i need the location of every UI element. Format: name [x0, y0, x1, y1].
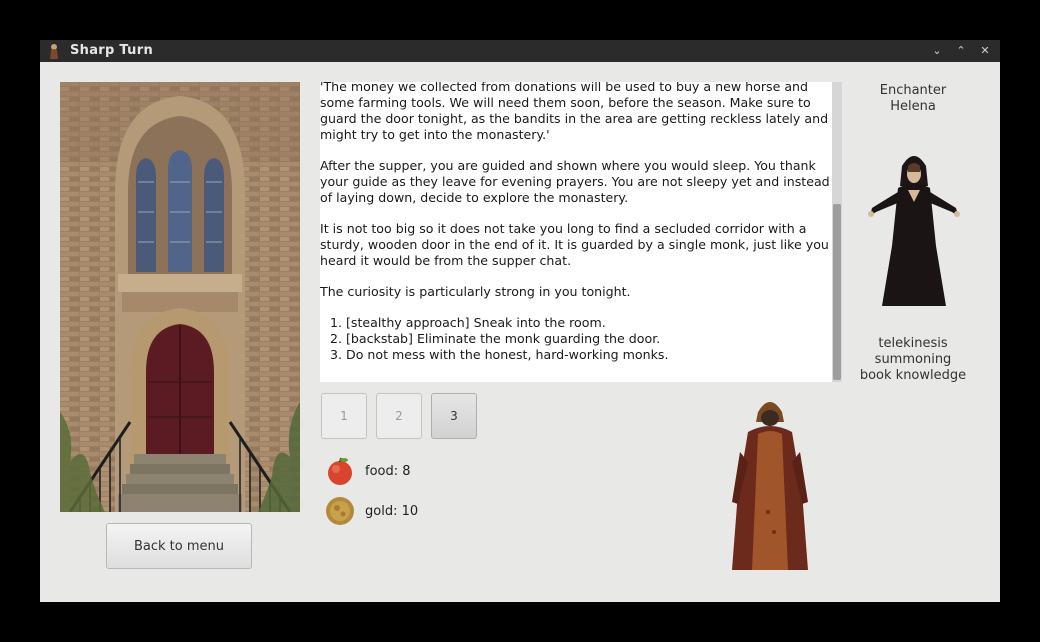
app-icon	[50, 44, 58, 59]
gold-counter: gold: 10	[365, 504, 419, 519]
choice-button-2[interactable]: 2	[376, 393, 422, 439]
character-skills: telekinesis summoning book knowledge	[853, 336, 973, 384]
game-window: Sharp Turn ⌄ ⌃ ✕ Back to menu 'The money…	[40, 40, 1000, 602]
character-name: Helena	[890, 99, 936, 114]
skill-item: book knowledge	[859, 368, 967, 383]
scrollbar-thumb[interactable]	[833, 204, 841, 380]
maximize-icon[interactable]: ⌃	[954, 44, 968, 58]
back-to-menu-button[interactable]: Back to menu	[106, 523, 252, 569]
gold-coin-icon	[326, 497, 354, 525]
character-portrait	[868, 156, 960, 306]
food-counter: food: 8	[365, 464, 411, 479]
option-item: Do not mess with the honest, hard-workin…	[346, 347, 830, 363]
character-class: Enchanter	[879, 83, 947, 98]
options-list: [stealthy approach] Sneak into the room.…	[320, 315, 830, 363]
option-item: [backstab] Eliminate the monk guarding t…	[346, 331, 830, 347]
choice-button-1[interactable]: 1	[321, 393, 367, 439]
story-paragraph: After the supper, you are guided and sho…	[320, 158, 830, 205]
story-paragraph: 'The money we collected from donations w…	[320, 82, 829, 142]
character-title: Enchanter Helena	[853, 83, 973, 115]
story-paragraph: The curiosity is particularly strong in …	[320, 284, 631, 299]
title-bar: Sharp Turn ⌄ ⌃ ✕	[40, 40, 1000, 62]
story-text-panel[interactable]: 'The money we collected from donations w…	[320, 82, 840, 382]
skill-item: summoning	[874, 352, 952, 367]
window-title: Sharp Turn	[70, 43, 153, 58]
scene-image	[60, 82, 300, 512]
option-item: [stealthy approach] Sneak into the room.	[346, 315, 830, 331]
apple-icon	[328, 457, 352, 485]
story-paragraph: It is not too big so it does not take yo…	[320, 221, 829, 268]
minimize-icon[interactable]: ⌄	[930, 44, 944, 58]
monk-npc-image	[732, 402, 808, 570]
close-icon[interactable]: ✕	[978, 44, 992, 58]
choice-button-3[interactable]: 3	[431, 393, 477, 439]
skill-item: telekinesis	[878, 336, 948, 351]
story-scrollbar[interactable]	[832, 82, 842, 382]
